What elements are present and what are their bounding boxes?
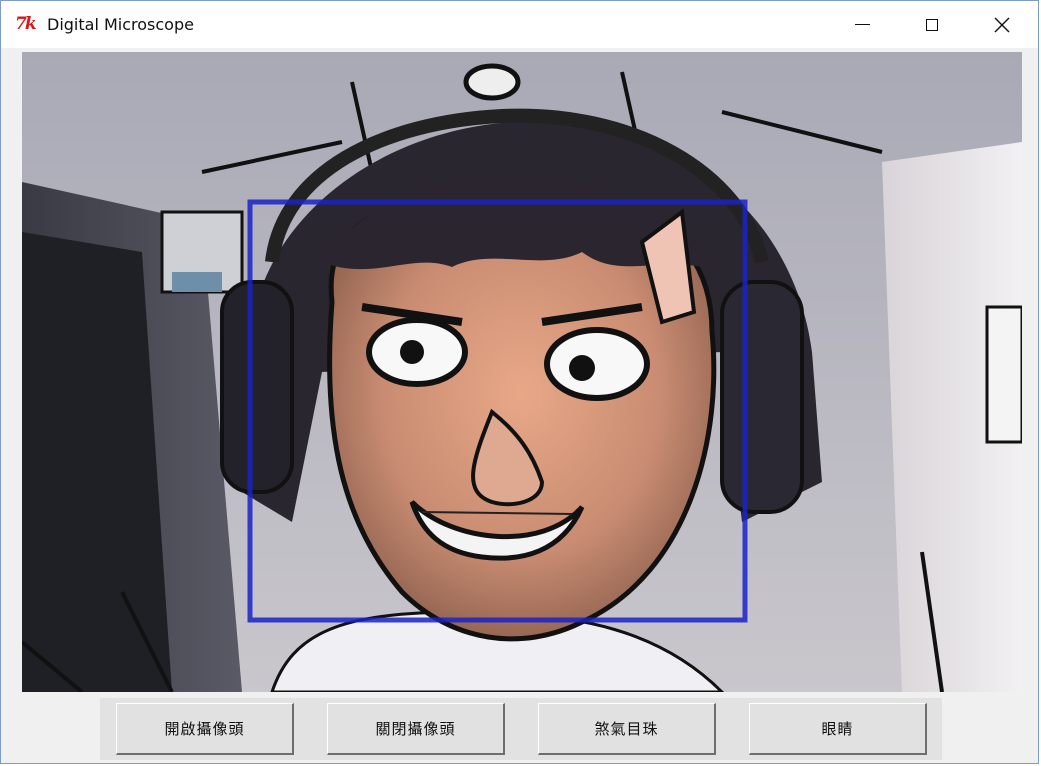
tk-feather-icon[interactable]: 7k xyxy=(15,13,41,35)
camera-view xyxy=(22,52,1022,692)
open-camera-button[interactable]: 開啟攝像頭 xyxy=(116,703,294,755)
camera-frame xyxy=(22,52,1022,692)
minimize-icon xyxy=(854,24,870,25)
window-title: Digital Microscope xyxy=(47,15,194,34)
fierce-eyes-button[interactable]: 煞氣目珠 xyxy=(538,703,716,755)
close-camera-button[interactable]: 關閉攝像頭 xyxy=(327,703,505,755)
close-icon xyxy=(994,17,1010,32)
eyes-button[interactable]: 眼睛 xyxy=(749,703,927,755)
button-panel: 開啟攝像頭 關閉攝像頭 煞氣目珠 眼睛 xyxy=(100,698,942,760)
title-bar[interactable]: 7k Digital Microscope xyxy=(1,1,1038,48)
close-button[interactable] xyxy=(967,1,1037,48)
minimize-button[interactable] xyxy=(827,1,897,48)
maximize-button[interactable] xyxy=(897,1,967,48)
app-window: 7k Digital Microscope 開啟攝像頭 關閉攝像頭 煞氣目珠 眼… xyxy=(0,0,1039,764)
maximize-icon xyxy=(926,18,938,31)
